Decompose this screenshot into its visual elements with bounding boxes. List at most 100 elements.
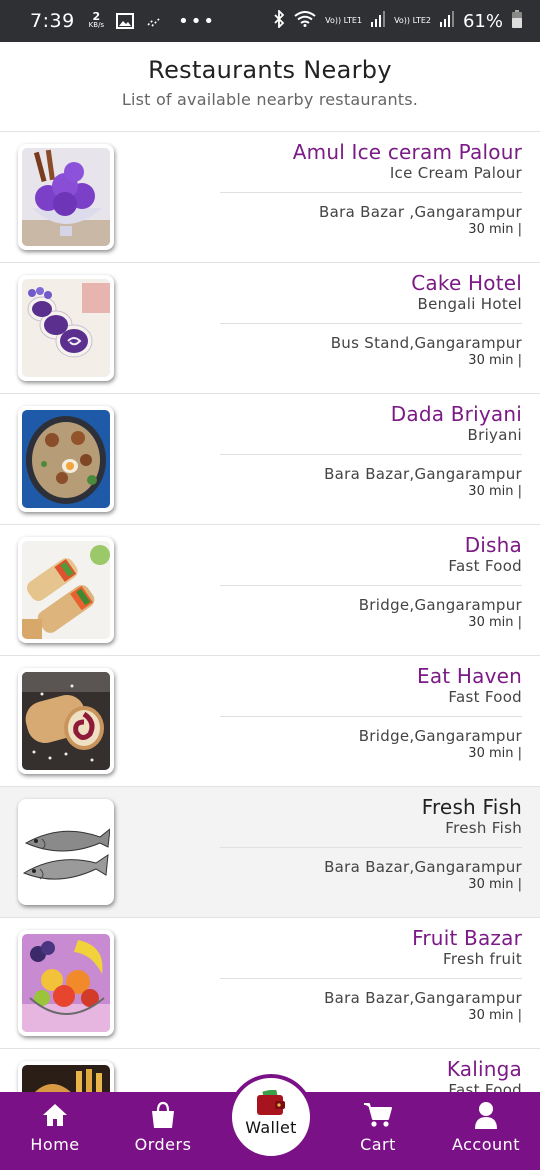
restaurant-info: Disha Fast Food Bridge,Gangarampur 30 mi…	[220, 533, 522, 632]
restaurant-address: Bus Stand,Gangarampur	[330, 334, 522, 352]
nav-home-label: Home	[30, 1135, 80, 1154]
sync-icon	[146, 14, 162, 28]
bluetooth-icon	[273, 8, 285, 32]
status-bar: 7:39 2 KB/s ••• Vo)) LTE1 Vo)) LTE2 61%	[0, 0, 540, 42]
restaurant-address: Bara Bazar ,Gangarampur	[319, 203, 522, 221]
divider	[220, 978, 522, 979]
sim1-label: Vo)) LTE1	[325, 16, 363, 25]
fruits-image	[22, 934, 110, 1032]
wallet-icon	[232, 1090, 310, 1116]
cake-roll-image	[22, 279, 110, 377]
restaurant-image	[18, 406, 114, 512]
nav-account[interactable]: Account	[436, 1100, 536, 1154]
restaurant-address: Bridge,Gangarampur	[358, 596, 522, 614]
network-speed: 2 KB/s	[88, 10, 105, 30]
restaurant-name: Amul Ice ceram Palour	[292, 140, 522, 164]
delivery-time: 30 min |	[468, 615, 522, 630]
signal-icon	[371, 11, 386, 31]
restaurant-name: Fruit Bazar	[412, 926, 522, 950]
divider	[220, 585, 522, 586]
battery-percent: 61%	[462, 10, 503, 32]
restaurant-image	[18, 275, 114, 381]
restaurant-address: Bara Bazar,Gangarampur	[324, 465, 522, 483]
restaurant-category: Fresh Fish	[445, 819, 522, 837]
nav-account-label: Account	[451, 1135, 521, 1154]
restaurant-image	[18, 930, 114, 1036]
ice-cream-image	[22, 148, 110, 246]
nav-cart[interactable]: Cart	[328, 1100, 428, 1154]
restaurant-row[interactable]: Eat Haven Fast Food Bridge,Gangarampur 3…	[0, 656, 540, 787]
restaurant-image	[18, 144, 114, 250]
restaurant-info: Dada Briyani Briyani Bara Bazar,Gangaram…	[220, 402, 522, 501]
nav-wallet[interactable]: Wallet	[228, 1074, 314, 1160]
divider	[220, 454, 522, 455]
restaurant-name: Disha	[464, 533, 522, 557]
biryani-image	[22, 410, 110, 508]
restaurant-category: Bengali Hotel	[417, 295, 522, 313]
restaurant-image	[18, 799, 114, 905]
page-title: Restaurants Nearby	[148, 56, 392, 84]
restaurant-image	[18, 668, 114, 774]
delivery-time: 30 min |	[468, 222, 522, 237]
home-icon	[5, 1100, 105, 1130]
nav-orders-label: Orders	[134, 1135, 192, 1154]
restaurant-row[interactable]: Dada Briyani Briyani Bara Bazar,Gangaram…	[0, 394, 540, 525]
fish-image	[22, 803, 110, 901]
network-speed-unit: KB/s	[88, 21, 105, 29]
restaurant-address: Bridge,Gangarampur	[358, 727, 522, 745]
restaurant-category: Fast Food	[448, 557, 522, 575]
swiss-roll-image	[22, 672, 110, 770]
restaurant-info: Eat Haven Fast Food Bridge,Gangarampur 3…	[220, 664, 522, 763]
restaurant-info: Amul Ice ceram Palour Ice Cream Palour B…	[220, 140, 522, 239]
restaurant-name: Dada Briyani	[390, 402, 522, 426]
battery-icon	[512, 10, 522, 32]
restaurant-info: Fruit Bazar Fresh fruit Bara Bazar,Ganga…	[220, 926, 522, 1025]
shopping-bag-icon	[113, 1100, 213, 1130]
wraps-image	[22, 541, 110, 639]
network-speed-value: 2	[92, 10, 101, 23]
delivery-time: 30 min |	[468, 877, 522, 892]
status-time: 7:39	[30, 10, 75, 32]
nav-home[interactable]: Home	[5, 1100, 105, 1154]
restaurant-row[interactable]: Fruit Bazar Fresh fruit Bara Bazar,Ganga…	[0, 918, 540, 1049]
restaurant-name: Cake Hotel	[411, 271, 522, 295]
restaurant-category: Fast Food	[448, 688, 522, 706]
delivery-time: 30 min |	[468, 484, 522, 499]
nav-cart-label: Cart	[360, 1135, 396, 1154]
restaurant-row[interactable]: Fresh Fish Fresh Fish Bara Bazar,Gangara…	[0, 787, 540, 918]
restaurant-list[interactable]: Amul Ice ceram Palour Ice Cream Palour B…	[0, 132, 540, 1092]
restaurant-category: Ice Cream Palour	[389, 164, 522, 182]
restaurant-row[interactable]: Cake Hotel Bengali Hotel Bus Stand,Ganga…	[0, 263, 540, 394]
bottom-nav: Home Orders Wallet Cart Account	[0, 1074, 540, 1170]
more-notifications-icon: •••	[178, 10, 216, 32]
burger-image	[22, 1065, 110, 1092]
restaurant-name: Fresh Fish	[421, 795, 522, 819]
restaurant-category: Briyani	[467, 426, 522, 444]
divider	[220, 323, 522, 324]
wifi-icon	[294, 11, 316, 31]
restaurant-image	[18, 537, 114, 643]
page-subtitle: List of available nearby restaurants.	[121, 90, 419, 109]
nav-wallet-label: Wallet	[245, 1118, 297, 1137]
delivery-time: 30 min |	[468, 1008, 522, 1023]
gallery-icon	[116, 13, 135, 29]
restaurant-info: Cake Hotel Bengali Hotel Bus Stand,Ganga…	[220, 271, 522, 370]
restaurant-address: Bara Bazar,Gangarampur	[324, 989, 522, 1007]
divider	[220, 847, 522, 848]
delivery-time: 30 min |	[468, 353, 522, 368]
restaurant-info: Fresh Fish Fresh Fish Bara Bazar,Gangara…	[220, 795, 522, 894]
cart-icon	[328, 1100, 428, 1130]
divider	[220, 716, 522, 717]
restaurant-row[interactable]: Disha Fast Food Bridge,Gangarampur 30 mi…	[0, 525, 540, 656]
signal-icon	[439, 11, 454, 31]
sim2-label: Vo)) LTE2	[394, 16, 431, 25]
page-header: Restaurants Nearby List of available nea…	[0, 42, 540, 132]
nav-orders[interactable]: Orders	[113, 1100, 213, 1154]
divider	[220, 192, 522, 193]
restaurant-address: Bara Bazar,Gangarampur	[324, 858, 522, 876]
restaurant-row[interactable]: Amul Ice ceram Palour Ice Cream Palour B…	[0, 132, 540, 263]
restaurant-image	[18, 1061, 114, 1092]
restaurant-category: Fresh fruit	[443, 950, 522, 968]
user-icon	[436, 1100, 536, 1130]
delivery-time: 30 min |	[468, 746, 522, 761]
